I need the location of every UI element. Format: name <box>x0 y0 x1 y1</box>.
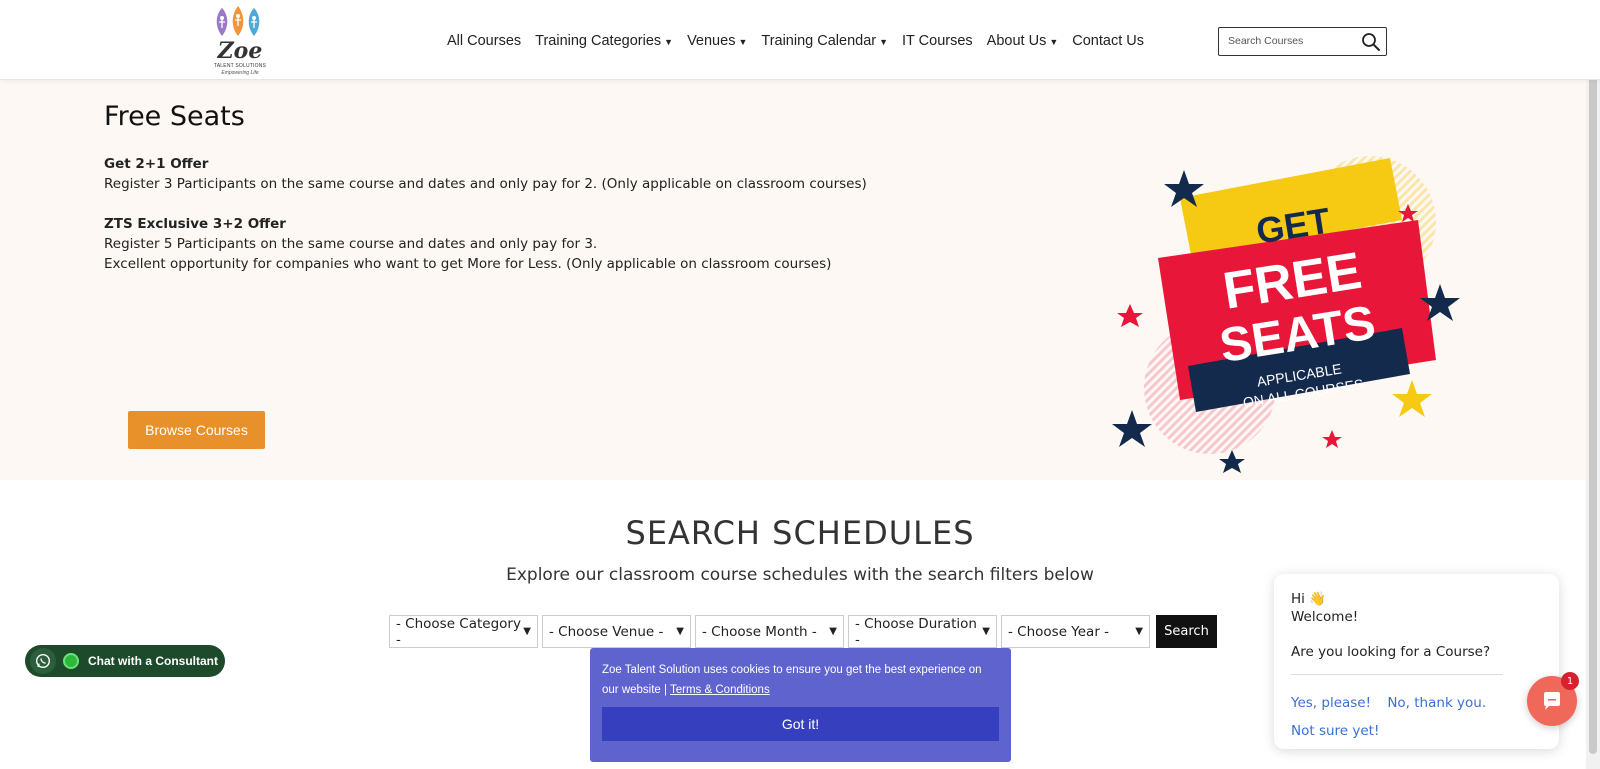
offer-title: ZTS Exclusive 3+2 Offer <box>104 216 286 232</box>
terms-link[interactable]: Terms & Conditions <box>670 684 770 696</box>
select-value: - Choose Category - <box>396 615 521 648</box>
scroll-thumb[interactable] <box>1589 2 1597 754</box>
chat-options: Yes, please! No, thank you. Not sure yet… <box>1291 689 1542 745</box>
online-status-icon <box>63 653 79 669</box>
hero-banner: Free Seats Get 2+1 Offer Register 3 Part… <box>0 80 1600 480</box>
select-value: - Choose Duration - <box>855 615 977 648</box>
nav-all-courses[interactable]: All Courses <box>447 33 521 49</box>
chat-option-unsure[interactable]: Not sure yet! <box>1291 723 1379 739</box>
chat-hi: Hi 👋 <box>1291 591 1327 607</box>
nav-label: Contact Us <box>1072 33 1144 49</box>
nav-label: Training Categories <box>535 33 662 49</box>
nav-it-courses[interactable]: IT Courses <box>902 33 973 49</box>
schedule-search-button[interactable]: Search <box>1156 615 1217 648</box>
divider <box>1291 674 1503 675</box>
chevron-down-icon: ▼ <box>664 37 674 47</box>
year-select[interactable]: - Choose Year - ▼ <box>1001 615 1150 648</box>
category-select[interactable]: - Choose Category - ▼ <box>389 615 538 648</box>
logo-subtitle: TALENT SOLUTIONS <box>213 63 267 69</box>
chat-welcome: Welcome! <box>1291 609 1359 625</box>
chat-option-no[interactable]: No, thank you. <box>1387 695 1486 711</box>
logo-tagline: Empowering Life <box>221 70 259 76</box>
star-icon <box>1322 430 1342 448</box>
chevron-down-icon: ▼ <box>982 626 990 637</box>
logo-name: Zoe <box>217 38 263 64</box>
chevron-down-icon: ▼ <box>1135 626 1143 637</box>
nav-label: All Courses <box>447 33 522 49</box>
chevron-down-icon: ▼ <box>523 626 531 637</box>
search-box <box>1218 27 1387 56</box>
duration-select[interactable]: - Choose Duration - ▼ <box>848 615 997 648</box>
month-select[interactable]: - Choose Month - ▼ <box>695 615 844 648</box>
cookie-accept-button[interactable]: Got it! <box>602 707 999 741</box>
cookie-text: Zoe Talent Solution uses cookies to ensu… <box>602 660 999 700</box>
nav-training-categories[interactable]: Training Categories ▼ <box>535 33 673 49</box>
chevron-down-icon: ▼ <box>1049 37 1059 47</box>
chat-question: Are you looking for a Course? <box>1291 644 1491 660</box>
search-input[interactable] <box>1228 35 1353 47</box>
offer-text: Register 3 Participants on the same cour… <box>104 176 867 192</box>
select-value: - Choose Month - <box>702 623 817 640</box>
whatsapp-label: Chat with a Consultant <box>88 654 218 668</box>
offer-title: Get 2+1 Offer <box>104 156 209 172</box>
chat-bubble-icon <box>1544 692 1560 710</box>
nav-label: Training Calendar <box>761 33 877 49</box>
nav-label: Venues <box>687 33 736 49</box>
star-icon <box>1112 410 1152 447</box>
offer-3plus2: ZTS Exclusive 3+2 Offer Register 5 Parti… <box>104 214 831 274</box>
offer-text: Excellent opportunity for companies who … <box>104 256 832 272</box>
free-seats-banner: GET FREE SEATS APPLICABLE ON ALL COURSES <box>1112 156 1460 473</box>
chevron-down-icon: ▼ <box>676 626 684 637</box>
site-header: Zoe TALENT SOLUTIONS Empowering Life All… <box>0 0 1600 80</box>
offer-2plus1: Get 2+1 Offer Register 3 Participants on… <box>104 154 867 194</box>
star-icon <box>1392 380 1432 417</box>
select-value: - Choose Year - <box>1008 623 1110 640</box>
hero-title: Free Seats <box>104 101 245 132</box>
whatsapp-icon <box>30 648 56 674</box>
venue-select[interactable]: - Choose Venue - ▼ <box>542 615 691 648</box>
select-value: - Choose Venue - <box>549 623 664 640</box>
star-icon <box>1117 304 1143 327</box>
main-nav: All Courses Training Categories ▼ Venues ▼… <box>447 30 1158 52</box>
nav-label: IT Courses <box>902 33 973 49</box>
cookie-banner: Zoe Talent Solution uses cookies to ensu… <box>590 648 1011 762</box>
offer-text: Register 5 Participants on the same cour… <box>104 236 598 252</box>
nav-label: About Us <box>986 33 1047 49</box>
chevron-down-icon: ▼ <box>879 37 889 47</box>
nav-training-calendar[interactable]: Training Calendar ▼ <box>761 33 888 49</box>
nav-about-us[interactable]: About Us ▼ <box>987 33 1059 49</box>
whatsapp-chat-button[interactable]: Chat with a Consultant <box>25 645 225 677</box>
chevron-down-icon: ▼ <box>738 37 748 47</box>
chat-unread-badge: 1 <box>1561 672 1579 690</box>
nav-venues[interactable]: Venues ▼ <box>687 33 747 49</box>
star-icon <box>1219 450 1245 473</box>
search-icon[interactable] <box>1361 32 1381 52</box>
chevron-down-icon: ▼ <box>829 626 837 637</box>
schedule-filters: - Choose Category - ▼ - Choose Venue - ▼ -… <box>389 615 1150 648</box>
nav-contact-us[interactable]: Contact Us <box>1072 33 1144 49</box>
zoe-logo[interactable]: Zoe TALENT SOLUTIONS Empowering Life <box>210 4 270 78</box>
chat-greeting-card: Hi 👋 Welcome! Are you looking for a Cour… <box>1274 574 1559 749</box>
page-scrollbar[interactable] <box>1586 0 1600 769</box>
chat-option-yes[interactable]: Yes, please! <box>1291 695 1371 711</box>
schedules-title: SEARCH SCHEDULES <box>625 514 975 552</box>
cookie-message: Zoe Talent Solution uses cookies to ensu… <box>602 664 982 696</box>
browse-courses-button[interactable]: Browse Courses <box>128 411 265 449</box>
